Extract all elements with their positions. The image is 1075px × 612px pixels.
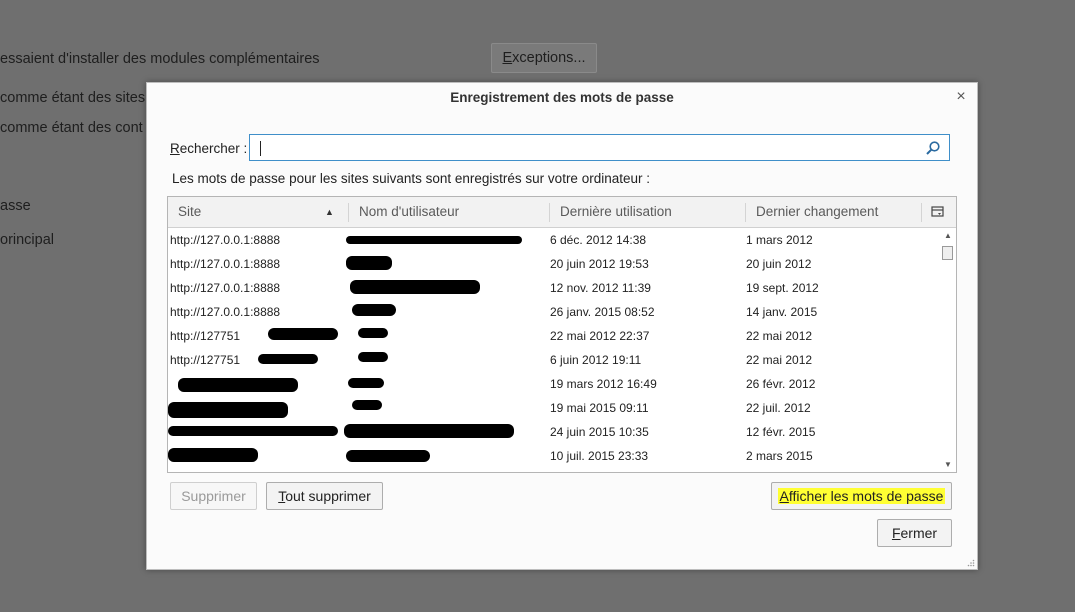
text-caret — [260, 141, 261, 156]
bg-text-addons: essaient d'installer des modules complém… — [0, 51, 320, 67]
sort-ascending-icon: ▲ — [325, 207, 334, 217]
close-mnemonic: F — [891, 525, 901, 541]
last-changed-cell: 14 janv. 2015 — [746, 305, 818, 319]
site-cell: http://127751 — [170, 353, 241, 367]
site-cell: http://127751 — [170, 329, 241, 343]
redaction-mark — [346, 256, 392, 270]
last-changed-cell: 19 sept. 2012 — [746, 281, 819, 295]
bg-text-password: asse — [0, 198, 31, 214]
column-username[interactable]: Nom d'utilisateur — [359, 197, 459, 227]
exceptions-mnemonic: E — [502, 50, 513, 66]
info-text: Les mots de passe pour les sites suivant… — [172, 171, 650, 186]
resize-grip-icon[interactable] — [967, 559, 975, 567]
vertical-scrollbar[interactable]: ▲ ▼ — [940, 228, 956, 472]
table-row[interactable]: http://127751 22 mai 2012 22:37 22 mai 201… — [168, 324, 940, 348]
column-site[interactable]: Site — [178, 197, 201, 227]
search-input[interactable] — [249, 134, 950, 161]
redaction-mark — [350, 280, 480, 294]
redaction-mark — [358, 352, 388, 362]
column-separator[interactable] — [348, 203, 349, 222]
redaction-mark — [352, 400, 382, 410]
close-icon[interactable]: × — [952, 87, 970, 107]
redaction-mark — [346, 236, 522, 244]
last-changed-cell: 20 juin 2012 — [746, 257, 812, 271]
last-used-cell: 22 mai 2012 22:37 — [550, 329, 650, 343]
search-label: Rechercher : — [170, 141, 247, 156]
table-row[interactable]: http://127.0.0.1:8888 26 janv. 2015 08:52… — [168, 300, 940, 324]
last-used-cell: 6 déc. 2012 14:38 — [550, 233, 647, 247]
last-used-cell: 19 mars 2012 16:49 — [550, 377, 657, 391]
redaction-mark — [348, 378, 384, 388]
column-picker-icon[interactable] — [930, 204, 946, 220]
site-cell: http://127.0.0.1:8888 — [170, 257, 281, 271]
close-button[interactable]: Fermer — [877, 519, 952, 547]
last-changed-cell: 2 mars 2015 — [746, 449, 813, 463]
last-used-cell: 12 nov. 2012 11:39 — [550, 281, 651, 295]
column-last-changed[interactable]: Dernier changement — [756, 197, 878, 227]
last-used-cell: 19 mai 2015 09:11 — [550, 401, 649, 415]
bg-text-sites: comme étant des sites — [0, 90, 146, 106]
last-changed-cell: 22 juil. 2012 — [746, 401, 811, 415]
redaction-mark — [168, 448, 258, 462]
scroll-up-icon[interactable]: ▲ — [944, 231, 952, 240]
dialog-title: Enregistrement des mots de passe — [450, 90, 674, 105]
column-last-used[interactable]: Dernière utilisation — [560, 197, 672, 227]
show-passwords-label: fficher les mots de passe — [788, 488, 944, 504]
site-cell: http://127.0.0.1:8888 — [170, 233, 281, 247]
last-used-cell: 10 juil. 2015 23:33 — [550, 449, 649, 463]
last-used-cell: 6 juin 2012 19:11 — [550, 353, 642, 367]
table-row[interactable]: http://127.0.0.1:8888 12 nov. 2012 11:39 1… — [168, 276, 940, 300]
scroll-down-icon[interactable]: ▼ — [944, 460, 952, 469]
exceptions-button[interactable]: Exceptions... — [491, 43, 597, 73]
redaction-mark — [268, 328, 338, 340]
redaction-mark — [178, 378, 298, 392]
site-cell: http://127.0.0.1:8888 — [170, 281, 281, 295]
last-changed-cell: 26 févr. 2012 — [746, 377, 816, 391]
redaction-mark — [168, 402, 288, 418]
redaction-mark — [358, 328, 388, 338]
search-label-text: echercher : — [179, 141, 248, 156]
search-label-mnemonic: R — [170, 141, 180, 156]
table-row[interactable]: http://127.0.0.1:8888 20 juin 2012 19:53 2… — [168, 252, 940, 276]
show-passwords-mnemonic: A — [779, 488, 789, 504]
show-passwords-highlight: Afficher les mots de passe — [777, 488, 946, 504]
last-changed-cell: 1 mars 2012 — [746, 233, 813, 247]
table-row[interactable]: http://127751 6 juin 2012 19:11 22 mai 201… — [168, 348, 940, 372]
table-row[interactable]: 19 mai 2015 09:11 22 juil. 2012 — [168, 396, 940, 420]
table-body: http://127.0.0.1:8888 6 déc. 2012 14:38 1 … — [168, 228, 940, 468]
column-separator[interactable] — [921, 203, 922, 222]
show-passwords-button[interactable]: Afficher les mots de passe — [771, 482, 952, 510]
redaction-mark — [346, 450, 430, 462]
delete-label: Supprimer — [181, 488, 246, 504]
last-used-cell: 24 juin 2015 10:35 — [550, 425, 649, 439]
column-separator[interactable] — [745, 203, 746, 222]
table-row[interactable]: 19 mars 2012 16:49 26 févr. 2012 — [168, 372, 940, 396]
table-header: Site ▲ Nom d'utilisateur Dernière utilis… — [168, 197, 956, 228]
last-changed-cell: 22 mai 2012 — [746, 329, 813, 343]
redaction-mark — [258, 354, 318, 364]
delete-all-button[interactable]: Tout supprimer — [266, 482, 383, 510]
logins-table[interactable]: Site ▲ Nom d'utilisateur Dernière utilis… — [167, 196, 957, 473]
last-used-cell: 20 juin 2012 19:53 — [550, 257, 649, 271]
table-row[interactable]: 24 juin 2015 10:35 12 févr. 2015 — [168, 420, 940, 444]
bg-text-content: comme étant des cont — [0, 120, 143, 136]
password-manager-dialog: Enregistrement des mots de passe × Reche… — [146, 82, 978, 570]
column-separator[interactable] — [549, 203, 550, 222]
last-changed-cell: 12 févr. 2015 — [746, 425, 816, 439]
site-cell: http://127.0.0.1:8888 — [170, 305, 281, 319]
table-row[interactable]: http://127.0.0.1:8888 6 déc. 2012 14:38 1 … — [168, 228, 940, 252]
table-row[interactable]: 10 juil. 2015 23:33 2 mars 2015 — [168, 444, 940, 468]
scrollbar-thumb[interactable] — [942, 246, 953, 260]
close-label: ermer — [900, 525, 938, 541]
delete-all-label: out supprimer — [285, 488, 371, 504]
last-used-cell: 26 janv. 2015 08:52 — [550, 305, 655, 319]
redaction-mark — [168, 426, 338, 436]
redaction-mark — [344, 424, 514, 438]
exceptions-label: xceptions... — [512, 50, 586, 66]
search-icon[interactable] — [925, 140, 941, 156]
delete-button[interactable]: Supprimer — [170, 482, 257, 510]
last-changed-cell: 22 mai 2012 — [746, 353, 813, 367]
bg-text-main: orincipal — [0, 232, 54, 248]
redaction-mark — [352, 304, 396, 316]
